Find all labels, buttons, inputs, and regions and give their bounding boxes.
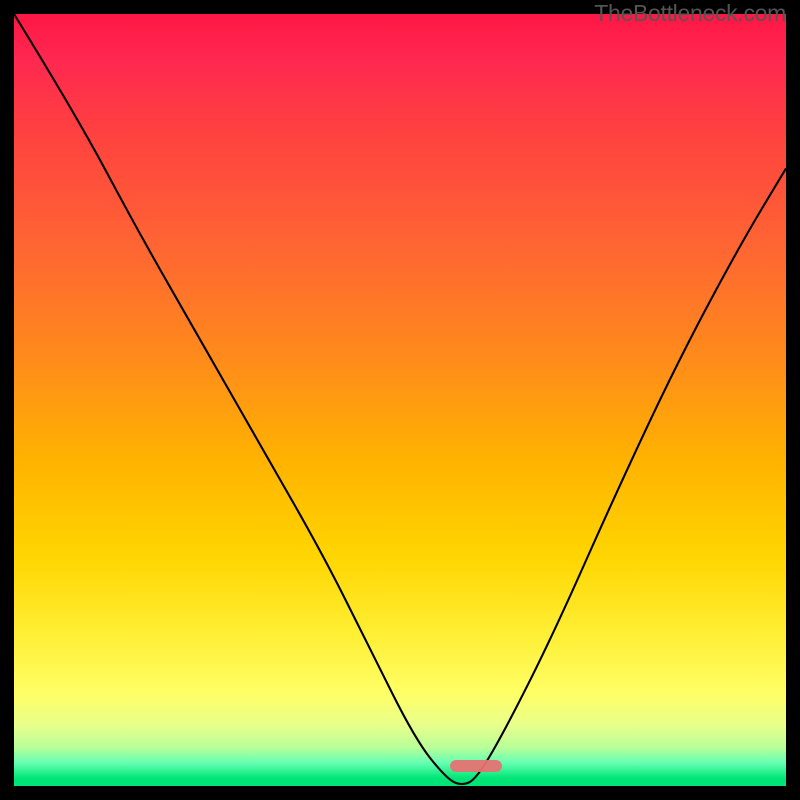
bottleneck-curve <box>14 14 786 786</box>
optimal-marker <box>450 760 502 772</box>
watermark-label: TheBottleneck.com <box>594 0 786 27</box>
chart-plot-area <box>14 14 786 786</box>
curve-path <box>14 14 786 784</box>
